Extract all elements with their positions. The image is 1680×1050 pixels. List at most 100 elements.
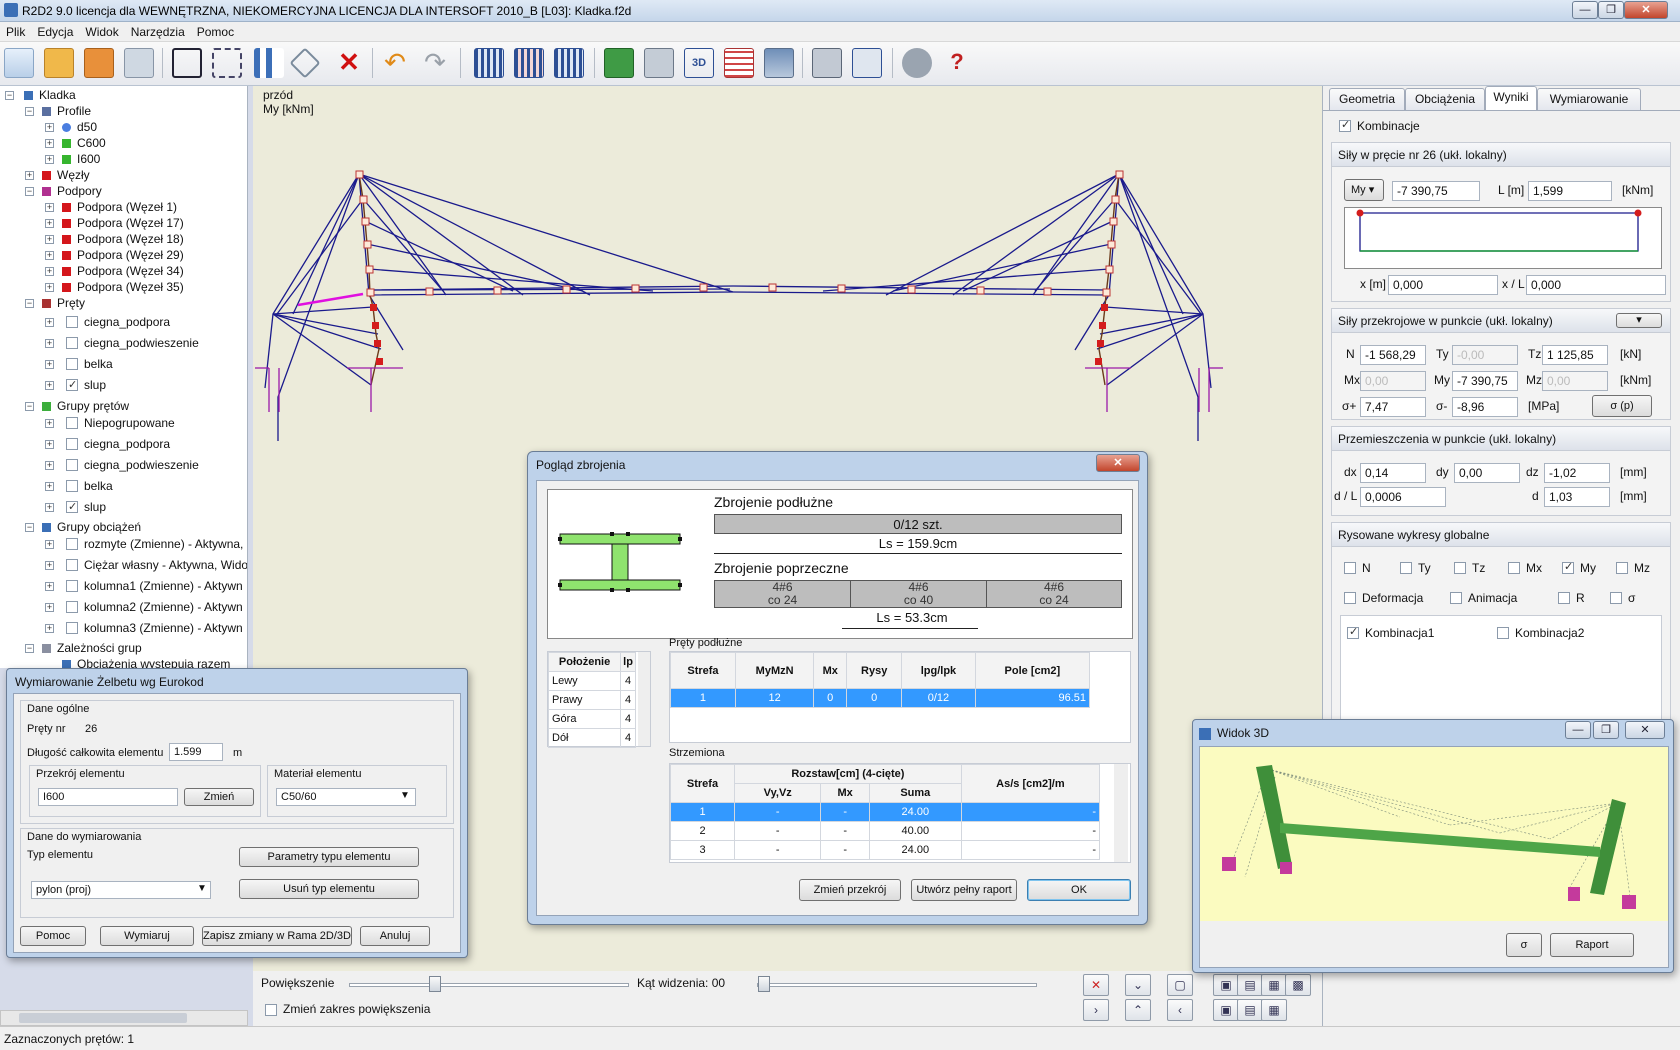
collapse-icon[interactable]: − [25, 402, 34, 411]
tree-root[interactable]: Kladka [24, 87, 76, 103]
tree-bar-ciegna-podpora[interactable]: ciegna_podpora [66, 314, 170, 330]
material-select[interactable]: C50/60 [276, 788, 416, 806]
zoom-slider[interactable] [349, 983, 629, 987]
tree-load-kolumna3[interactable]: kolumna3 (Zmienne) - Aktywn [66, 620, 243, 636]
tree-nodes[interactable]: Węzły [42, 167, 90, 183]
view-tool-6-icon[interactable]: ▤ [1237, 999, 1263, 1021]
tree-load-rozmyte[interactable]: rozmyte (Zmienne) - Aktywna, [66, 536, 243, 552]
arrow-right-icon[interactable]: › [1083, 999, 1109, 1021]
menu-pomoc[interactable]: Pomoc [191, 22, 240, 39]
dimension-button[interactable]: Wymiaruj [100, 926, 194, 946]
view3d-minimize[interactable]: — [1565, 721, 1591, 739]
view3d-scene[interactable] [1200, 747, 1668, 921]
view3d-report-button[interactable]: Raport [1550, 933, 1634, 957]
expand-icon[interactable]: + [45, 603, 54, 612]
expand-icon[interactable]: + [45, 440, 54, 449]
expand-icon[interactable]: + [25, 171, 34, 180]
expand-icon[interactable]: + [45, 251, 54, 260]
tree-scrollbar[interactable] [0, 1010, 248, 1026]
expand-icon[interactable]: + [45, 283, 54, 292]
expand-icon[interactable]: + [45, 419, 54, 428]
check-deformacja[interactable]: Deformacja [1344, 591, 1423, 605]
open-folder-icon[interactable] [44, 48, 74, 78]
table-row[interactable]: Lewy 4 [547, 671, 636, 691]
tree-profile-d50[interactable]: d50 [62, 119, 97, 135]
delete-icon[interactable]: ✕ [334, 48, 364, 78]
view-tool-3-icon[interactable]: ▦ [1261, 974, 1287, 996]
length-input[interactable]: 1.599 [169, 743, 223, 761]
table-row[interactable]: 1- -24.00- [670, 802, 1101, 822]
view-tool-1-icon[interactable]: ▣ [1213, 974, 1239, 996]
view3d-maximize[interactable]: ❐ [1593, 721, 1619, 739]
collapse-icon[interactable]: − [25, 644, 34, 653]
collapse-icon[interactable]: − [25, 523, 34, 532]
view3d-sigma-button[interactable]: σ [1506, 933, 1542, 957]
expand-icon[interactable]: + [45, 482, 54, 491]
scroll-thumb[interactable] [19, 1013, 187, 1023]
view3d-close[interactable]: ✕ [1625, 721, 1665, 739]
xl-input[interactable]: 0,000 [1526, 275, 1666, 295]
check-animacja[interactable]: Animacja [1450, 591, 1517, 605]
expand-icon[interactable]: + [45, 561, 54, 570]
tree-group-ciegna-podpora[interactable]: ciegna_podpora [66, 436, 170, 452]
save-changes-button[interactable]: Zapisz zmiany w Rama 2D/3D [202, 926, 352, 946]
collapse-icon[interactable]: − [25, 107, 34, 116]
type-select[interactable]: pylon (proj) [31, 881, 211, 899]
tree-groups[interactable]: Grupy prętów [42, 398, 129, 414]
tree-bar-slup[interactable]: slup [66, 377, 106, 393]
lock-icon[interactable]: ▢ [1167, 974, 1193, 996]
expand-icon[interactable]: + [45, 461, 54, 470]
tab-obciazenia[interactable]: Obciążenia [1405, 88, 1485, 110]
expand-icon[interactable]: + [45, 318, 54, 327]
expand-icon[interactable]: + [45, 203, 54, 212]
check-mz[interactable]: Mz [1616, 561, 1650, 575]
tree-group-belka[interactable]: belka [66, 478, 113, 494]
menu-plik[interactable]: Plik [0, 22, 31, 39]
copy-elements-icon[interactable] [212, 48, 242, 78]
table-row[interactable]: 2- -40.00- [670, 821, 1101, 841]
check-sigma[interactable]: σ [1610, 591, 1635, 605]
change-button[interactable]: Zmień [184, 788, 254, 806]
tree-bar-belka[interactable]: belka [66, 356, 113, 372]
tree-load-kolumna1[interactable]: kolumna1 (Zmienne) - Aktywn [66, 578, 243, 594]
trim-icon[interactable] [289, 47, 321, 79]
collapse-icon[interactable]: − [5, 91, 14, 100]
kombinacje-check[interactable] [1339, 118, 1357, 133]
cancel-button[interactable]: Anuluj [360, 926, 430, 946]
loads-icon[interactable] [254, 48, 284, 78]
calculator-icon[interactable] [812, 48, 842, 78]
type-params-button[interactable]: Parametry typu elementu [239, 847, 419, 867]
help-button[interactable]: Pomoc [20, 926, 86, 946]
undo-icon[interactable]: ↶ [380, 48, 410, 78]
new-file-icon[interactable] [4, 48, 34, 78]
tree-group-ciegna-podwieszenie[interactable]: ciegna_podwieszenie [66, 457, 199, 473]
tree-group-slup[interactable]: slup [66, 499, 106, 515]
collapse-icon[interactable]: − [25, 187, 34, 196]
settings-icon[interactable] [902, 48, 932, 78]
menu-edycja[interactable]: Edycja [31, 22, 79, 39]
tree-load-kolumna2[interactable]: kolumna2 (Zmienne) - Aktywn [66, 599, 243, 615]
grid-icon[interactable] [724, 48, 754, 78]
tree-support-35[interactable]: Podpora (Węzeł 35) [62, 279, 184, 295]
position-scrollbar[interactable] [638, 652, 650, 746]
tree-profile[interactable]: Profile [42, 103, 91, 119]
maximize-button[interactable]: ❐ [1598, 1, 1624, 19]
save-as-icon[interactable] [124, 48, 154, 78]
view-tool-5-icon[interactable]: ▣ [1213, 999, 1239, 1021]
tree-profile-c600[interactable]: C600 [62, 135, 106, 151]
tab-geometria[interactable]: Geometria [1329, 88, 1405, 110]
menu-widok[interactable]: Widok [79, 22, 124, 39]
check-kombinacja2[interactable]: Kombinacja2 [1497, 626, 1584, 640]
table-3-icon[interactable] [554, 48, 584, 78]
view-tool-7-icon[interactable]: ▦ [1261, 999, 1287, 1021]
tree-profile-i600[interactable]: I600 [62, 151, 100, 167]
sigma-p-button[interactable]: σ (p) [1592, 395, 1652, 417]
expand-icon[interactable]: + [45, 235, 54, 244]
table-1-icon[interactable] [474, 48, 504, 78]
tab-wymiarowanie[interactable]: Wymiarowanie [1537, 88, 1641, 110]
view-tool-2-icon[interactable]: ▤ [1237, 974, 1263, 996]
section-menu-button[interactable]: ▾ [1616, 313, 1662, 328]
expand-icon[interactable]: + [45, 540, 54, 549]
check-tz[interactable]: Tz [1454, 561, 1485, 575]
table-row[interactable]: 1 12 0 0 0/12 96.51 [670, 688, 1091, 708]
